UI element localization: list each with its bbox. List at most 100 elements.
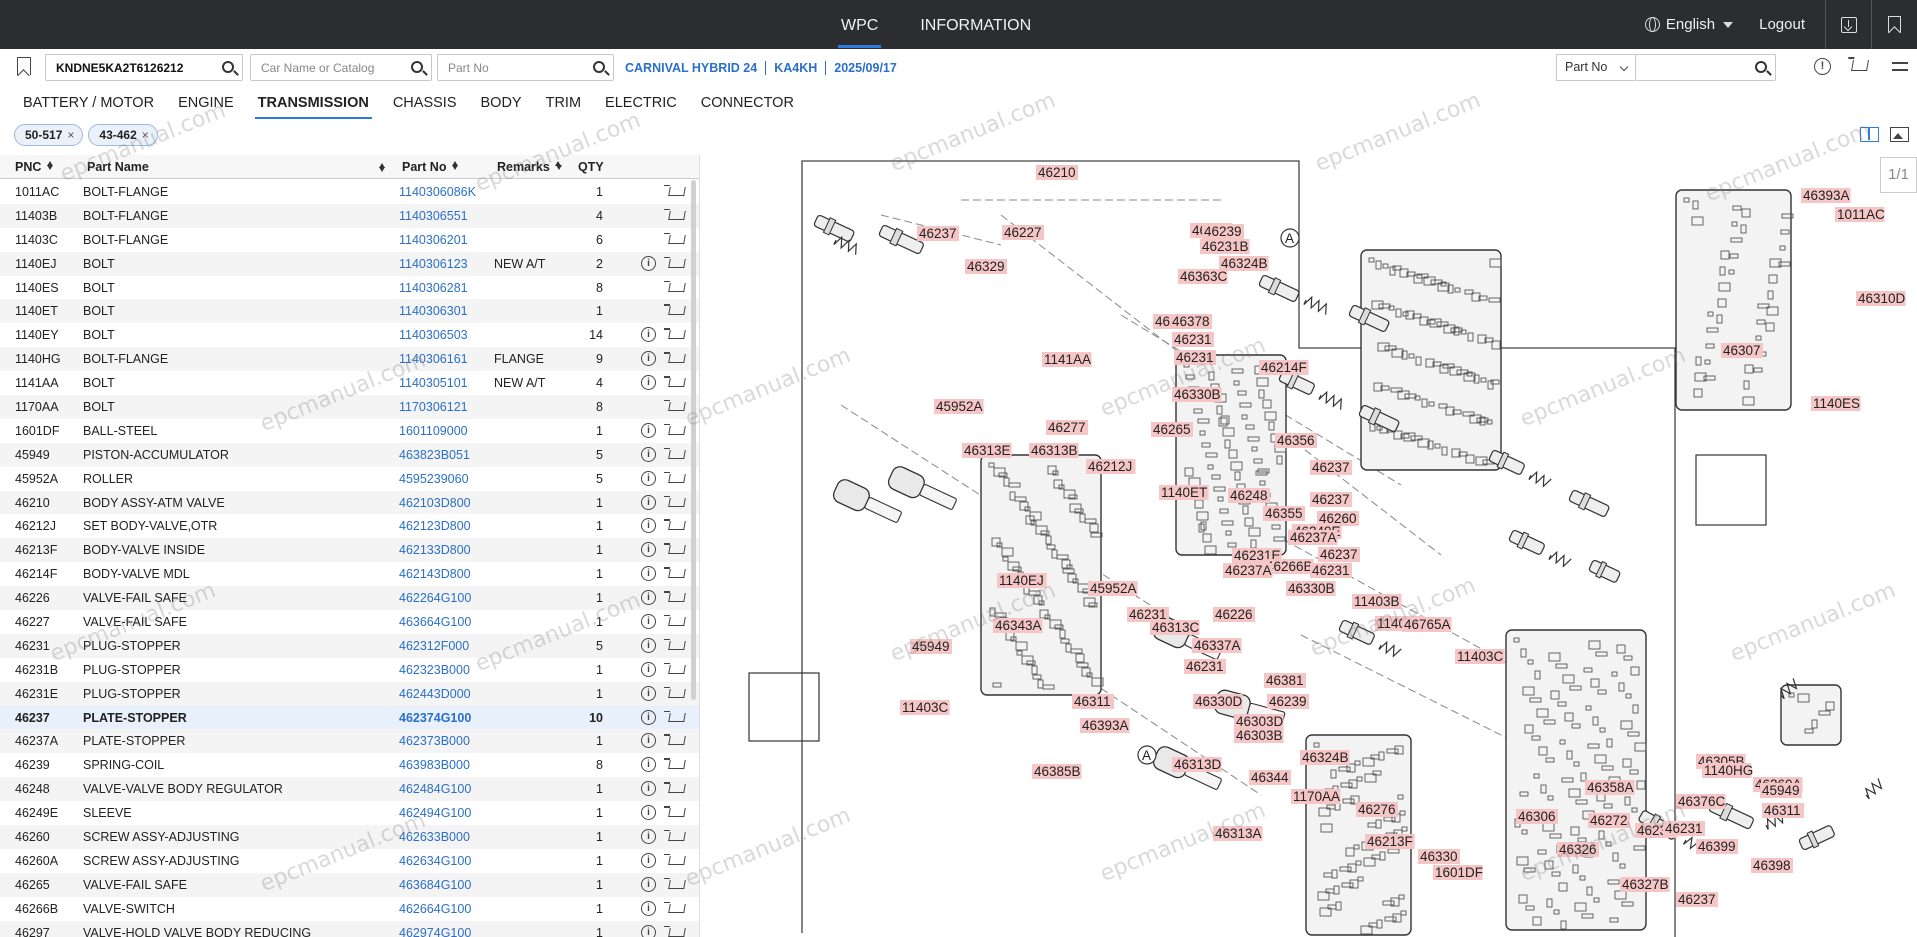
search-icon[interactable] <box>222 61 234 73</box>
part-no-link[interactable]: 462103D800 <box>399 496 471 510</box>
part-no-link[interactable]: 462264G100 <box>399 591 471 605</box>
table-row[interactable]: 1140ES BOLT 1140306281 8 <box>0 276 699 300</box>
diagram-label[interactable]: 46363C <box>1178 269 1228 284</box>
add-to-cart-icon[interactable] <box>664 662 686 678</box>
part-no-link[interactable]: 462974G100 <box>399 926 471 937</box>
info-icon[interactable]: i <box>641 685 656 701</box>
part-no-input[interactable] <box>438 55 583 80</box>
add-to-cart-icon[interactable] <box>664 471 686 487</box>
table-row[interactable]: 46249E SLEEVE 462494G100 1 i <box>0 801 699 825</box>
add-to-cart-icon[interactable] <box>664 423 686 439</box>
table-row[interactable]: 46227 VALVE-FAIL SAFE 463664G100 1 i <box>0 610 699 634</box>
diagram-label[interactable]: 46212J <box>1086 459 1136 474</box>
info-icon[interactable]: i <box>641 829 656 845</box>
add-to-cart-icon[interactable] <box>664 781 686 797</box>
table-scrollbar[interactable] <box>691 180 696 700</box>
part-no-link[interactable]: 1601109000 <box>399 424 468 438</box>
info-icon[interactable]: i <box>641 637 656 653</box>
diagram-label[interactable]: 46310D <box>1856 291 1906 306</box>
add-to-cart-icon[interactable] <box>664 232 686 248</box>
table-row[interactable]: 46231 PLUG-STOPPER 462312F000 5 i <box>0 633 699 658</box>
diagram-label[interactable]: 46313A <box>1213 826 1263 841</box>
diagram-label[interactable]: 45949 <box>1760 783 1802 798</box>
diagram-label[interactable]: 46231 <box>1184 659 1226 674</box>
diagram-label[interactable]: 46311 <box>1762 803 1804 818</box>
tab-wpc[interactable]: WPC <box>820 0 899 49</box>
diagram-label[interactable]: 46237 <box>917 226 959 241</box>
diagram-label[interactable]: 46237A <box>1288 530 1338 545</box>
part-no-link[interactable]: 462443D000 <box>399 687 471 701</box>
diagram-label[interactable]: 46344 <box>1249 770 1291 785</box>
diagram-label[interactable]: 46381 <box>1264 673 1306 688</box>
add-to-cart-icon[interactable] <box>664 375 686 391</box>
right-search-input[interactable] <box>1636 55 1745 80</box>
tab-trim[interactable]: TRIM <box>534 88 593 120</box>
search-icon[interactable] <box>1755 61 1767 73</box>
add-to-cart-icon[interactable] <box>664 853 686 869</box>
diagram-label[interactable]: 46227 <box>1002 225 1044 240</box>
diagram-label[interactable]: 46330B <box>1286 581 1336 596</box>
tab-engine[interactable]: ENGINE <box>166 88 246 120</box>
diagram-label[interactable]: 46393A <box>1801 188 1851 203</box>
diagram-canvas[interactable]: 462104623746227463294623746231B462394632… <box>701 155 1917 937</box>
tab-body[interactable]: BODY <box>469 88 534 120</box>
add-to-cart-icon[interactable] <box>664 542 686 558</box>
table-row[interactable]: 1140EY BOLT 1140306503 14 i <box>0 323 699 347</box>
diagram-label[interactable]: 46231 <box>1172 332 1214 347</box>
diagram-label[interactable]: 1601DF <box>1433 865 1483 880</box>
table-row[interactable]: 46237A PLATE-STOPPER 462373B000 1 i <box>0 729 699 754</box>
add-to-cart-icon[interactable] <box>664 303 686 319</box>
info-icon[interactable]: i <box>641 518 656 534</box>
part-no-link[interactable]: 462494G100 <box>399 806 471 820</box>
diagram-label[interactable]: 1140EJ <box>997 573 1047 588</box>
table-row[interactable]: 46260A SCREW ASSY-ADJUSTING 462634G100 1 i <box>0 849 699 873</box>
add-to-cart-icon[interactable] <box>664 757 686 773</box>
diagram-label[interactable]: 45952A <box>1088 581 1138 596</box>
diagram-label[interactable]: 46231B <box>1200 239 1250 254</box>
tab-information[interactable]: INFORMATION <box>899 0 1052 49</box>
add-to-cart-icon[interactable] <box>664 327 686 343</box>
diagram-label[interactable]: 1140ES <box>1811 396 1861 411</box>
diagram-label[interactable]: 45949 <box>910 639 952 654</box>
diagram-label[interactable]: 46313C <box>1150 620 1200 635</box>
add-to-cart-icon[interactable] <box>664 447 686 463</box>
diagram-label[interactable]: 1140HG <box>1702 763 1753 778</box>
diagram-label[interactable]: 46313D <box>1172 757 1222 772</box>
table-row[interactable]: 1140EJ BOLT 1140306123 NEW A/T 2 i <box>0 251 699 276</box>
cart-button[interactable] <box>1844 55 1882 80</box>
diagram-label[interactable]: 46330D <box>1193 694 1243 709</box>
info-icon[interactable]: i <box>641 494 656 510</box>
chip-group[interactable]: 50-517 × <box>14 124 84 146</box>
tab-connector[interactable]: CONNECTOR <box>689 88 806 120</box>
language-selector[interactable]: English <box>1644 16 1734 33</box>
part-no-link[interactable]: 1140306123 <box>399 257 468 271</box>
diagram-label[interactable]: 46248 <box>1228 488 1270 503</box>
add-to-cart-icon[interactable] <box>664 901 686 917</box>
part-no-link[interactable]: 462123D800 <box>399 519 471 533</box>
diagram-label[interactable]: 46343A <box>993 618 1043 633</box>
diagram-label[interactable]: 46398 <box>1751 858 1793 873</box>
add-to-cart-icon[interactable] <box>664 256 686 272</box>
info-icon[interactable]: i <box>641 255 656 271</box>
part-no-link[interactable]: 462133D800 <box>399 543 471 557</box>
diagram-label[interactable]: 46337A <box>1192 638 1242 653</box>
split-view-icon[interactable] <box>1860 127 1879 142</box>
diagram-label[interactable]: 46303B <box>1234 728 1284 743</box>
diagram-label[interactable]: 46237 <box>1310 492 1352 507</box>
info-icon[interactable]: i <box>641 661 656 677</box>
table-row[interactable]: 46214F BODY-VALVE MDL 462143D800 1 i <box>0 562 699 586</box>
diagram-label[interactable]: 46306 <box>1516 809 1558 824</box>
logout-link[interactable]: Logout <box>1759 16 1805 33</box>
sort-icon[interactable] <box>378 163 385 172</box>
info-icon[interactable]: i <box>641 781 656 797</box>
add-to-cart-icon[interactable] <box>664 208 686 224</box>
part-no-link[interactable]: 4595239060 <box>399 472 469 486</box>
header-part-no[interactable]: Part No <box>402 160 459 174</box>
download-button[interactable] <box>1825 0 1871 49</box>
info-icon[interactable]: i <box>641 614 656 630</box>
diagram-label[interactable]: 46311 <box>1072 694 1114 709</box>
diagram-label[interactable]: 1011AC <box>1835 207 1885 222</box>
part-no-link[interactable]: 1140306551 <box>399 209 468 223</box>
table-row[interactable]: 46226 VALVE-FAIL SAFE 462264G100 1 i <box>0 586 699 611</box>
diagram-label[interactable]: 46765A <box>1402 617 1452 632</box>
